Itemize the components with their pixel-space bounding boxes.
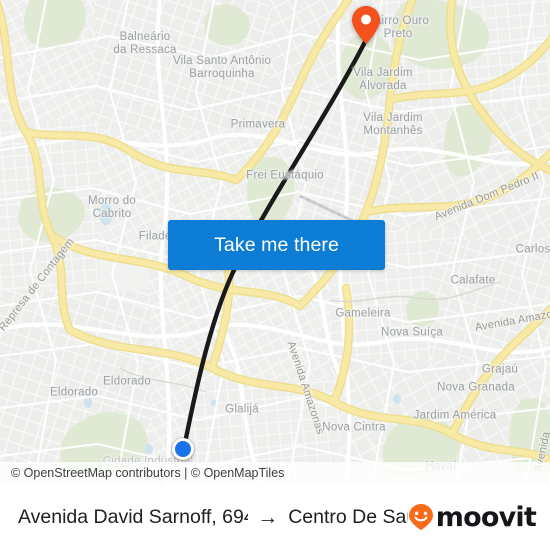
trip-footer-bar: Avenida David Sarnoff, 6941 | Be… → Cent… — [0, 484, 550, 550]
moovit-brand[interactable]: moovit — [408, 501, 537, 533]
trip-origin-label: Avenida David Sarnoff, 6941 | Be… — [18, 505, 248, 528]
moovit-wordmark: moovit — [435, 501, 537, 533]
destination-pin[interactable] — [352, 6, 380, 44]
origin-location-dot[interactable] — [172, 438, 194, 460]
take-me-there-button[interactable]: Take me there — [168, 220, 385, 270]
map-attribution: © OpenStreetMap contributors | © OpenMap… — [0, 462, 550, 484]
trip-destination-label: Centro De Saúd… — [288, 505, 408, 528]
arrow-right-icon: → — [257, 505, 279, 529]
moovit-pin-smile-logo — [408, 504, 433, 530]
moovit-trip-preview: Balneário da Ressaca Vila Santo Antônio B… — [0, 0, 550, 550]
attribution-text[interactable]: © OpenStreetMap contributors | © OpenMap… — [0, 466, 284, 480]
trip-summary[interactable]: Avenida David Sarnoff, 6941 | Be… → Cent… — [18, 506, 408, 529]
map-canvas[interactable]: Balneário da Ressaca Vila Santo Antônio B… — [0, 0, 550, 484]
